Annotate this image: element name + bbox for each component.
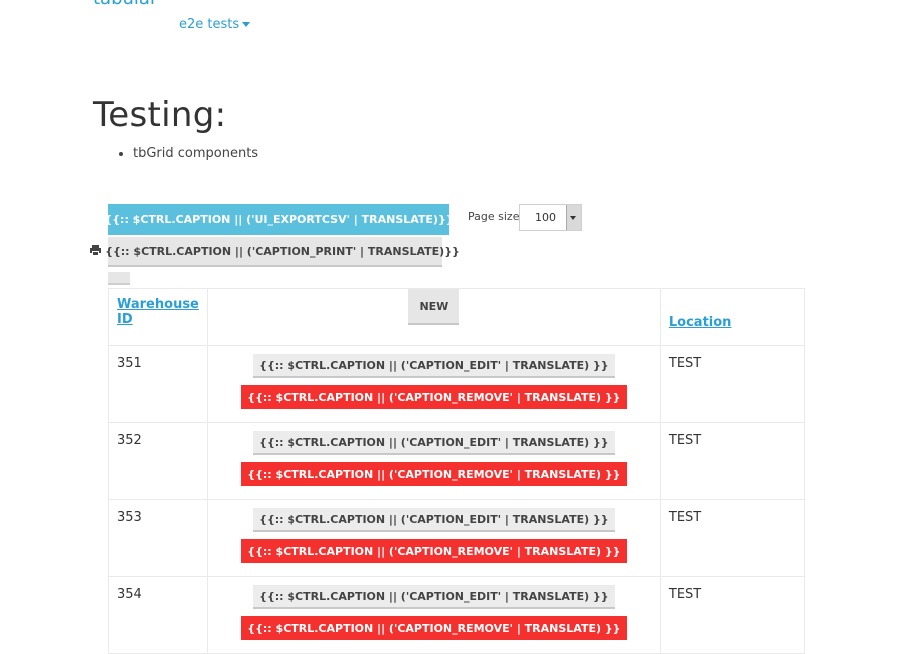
page-size-value: 100 — [535, 211, 556, 224]
location-cell: TEST — [659, 422, 805, 500]
extra-button[interactable] — [108, 272, 130, 285]
remove-button[interactable]: {{:: $ctrl.caption || ('CAPTION_REMOVE' … — [241, 462, 627, 486]
header-warehouse: Warehouse ID — [108, 288, 208, 346]
sort-warehouse-id-link[interactable]: Warehouse ID — [117, 297, 199, 327]
data-grid: Warehouse ID NEW Location 351 {{:: $ctrl… — [108, 288, 805, 654]
location-cell: TEST — [659, 345, 805, 423]
actions-cell: {{:: $ctrl.caption || ('CAPTION_EDIT' | … — [206, 576, 661, 654]
edit-button[interactable]: {{:: $ctrl.caption || ('CAPTION_EDIT' | … — [253, 354, 615, 378]
brand-link[interactable]: tabular — [93, 0, 157, 9]
actions-cell: {{:: $ctrl.caption || ('CAPTION_EDIT' | … — [206, 345, 661, 423]
warehouse-id-cell: 351 — [108, 345, 208, 423]
table-row: 353 {{:: $ctrl.caption || ('CAPTION_EDIT… — [108, 499, 805, 577]
caret-down-icon — [458, 217, 467, 222]
actions-cell: {{:: $ctrl.caption || ('CAPTION_EDIT' | … — [206, 422, 661, 500]
export-csv-button[interactable]: {{:: $ctrl.caption || ('UI_EXPORTCSV' | … — [90, 204, 467, 235]
remove-button[interactable]: {{:: $ctrl.caption || ('CAPTION_REMOVE' … — [241, 539, 627, 563]
grid-header-row: Warehouse ID NEW Location — [108, 288, 805, 346]
header-actions: NEW — [206, 288, 661, 346]
edit-button[interactable]: {{:: $ctrl.caption || ('CAPTION_EDIT' | … — [253, 585, 615, 609]
page-size-label: Page size: — [468, 210, 524, 223]
new-button[interactable]: NEW — [408, 289, 460, 325]
remove-button[interactable]: {{:: $ctrl.caption || ('CAPTION_REMOVE' … — [241, 385, 627, 409]
warehouse-id-cell: 352 — [108, 422, 208, 500]
list-item: tbGrid components — [133, 146, 258, 162]
table-row: 351 {{:: $ctrl.caption || ('CAPTION_EDIT… — [108, 345, 805, 423]
e2e-tests-label: e2e tests — [179, 17, 240, 32]
page-title: Testing: — [93, 95, 227, 135]
download-icon — [90, 213, 101, 226]
warehouse-id-cell: 353 — [108, 499, 208, 577]
edit-button[interactable]: {{:: $ctrl.caption || ('CAPTION_EDIT' | … — [253, 508, 615, 532]
warehouse-id-cell: 354 — [108, 576, 208, 654]
sort-location-link[interactable]: Location — [669, 315, 732, 330]
header-location: Location — [659, 288, 805, 346]
edit-button[interactable]: {{:: $ctrl.caption || ('CAPTION_EDIT' | … — [253, 431, 615, 455]
location-cell: TEST — [659, 576, 805, 654]
chevron-down-icon[interactable] — [566, 205, 581, 230]
table-row: 354 {{:: $ctrl.caption || ('CAPTION_EDIT… — [108, 576, 805, 654]
components-list: tbGrid components — [115, 146, 258, 162]
caret-down-icon — [242, 22, 251, 27]
print-button[interactable]: {{:: $ctrl.caption || ('CAPTION_PRINT' |… — [90, 237, 460, 267]
actions-cell: {{:: $ctrl.caption || ('CAPTION_EDIT' | … — [206, 499, 661, 577]
e2e-tests-dropdown[interactable]: e2e tests — [179, 17, 251, 32]
table-row: 352 {{:: $ctrl.caption || ('CAPTION_EDIT… — [108, 422, 805, 500]
export-csv-label: {{:: $ctrl.caption || ('UI_EXPORTCSV' | … — [104, 213, 454, 226]
print-label: {{:: $ctrl.caption || ('CAPTION_PRINT' |… — [105, 244, 460, 258]
print-icon — [90, 244, 102, 258]
location-cell: TEST — [659, 499, 805, 577]
page-size-select[interactable]: 100 — [519, 204, 582, 231]
